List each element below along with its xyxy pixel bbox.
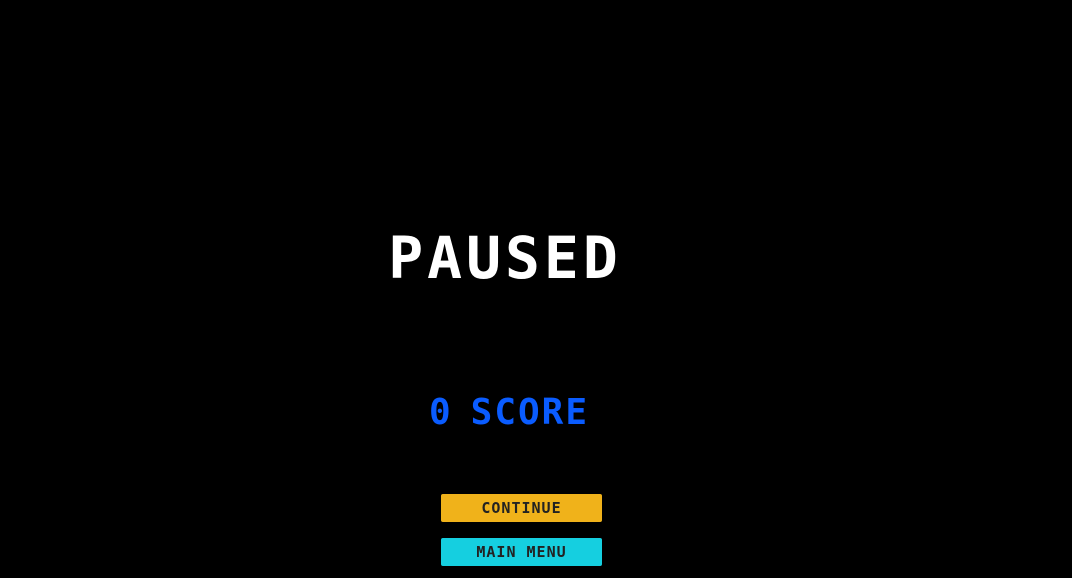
main-menu-button[interactable]: MAIN MENU <box>441 538 602 566</box>
continue-button[interactable]: CONTINUE <box>441 494 602 522</box>
score-label: SCORE <box>470 392 590 433</box>
score-display: 0 SCORE <box>0 392 1018 434</box>
score-value: 0 <box>428 392 453 433</box>
pause-screen: PAUSED 0 SCORE CONTINUE MAIN MENU <box>0 0 1072 578</box>
paused-title: PAUSED <box>388 224 622 292</box>
